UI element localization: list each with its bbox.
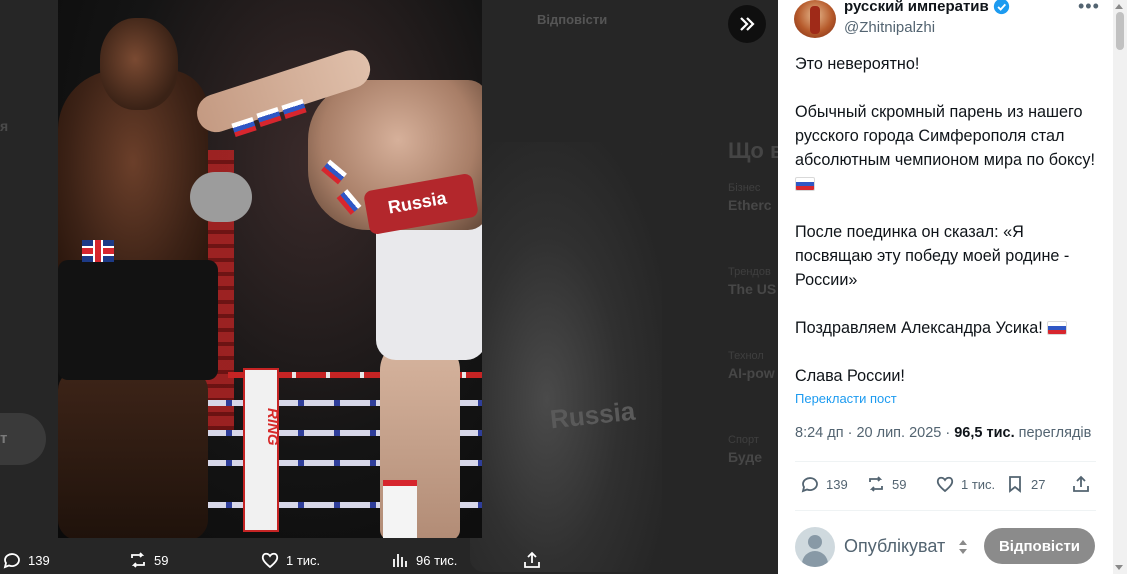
media-like-button[interactable]: 1 тис. [260,550,320,570]
scroll-up-arrow-icon[interactable] [1115,4,1123,9]
divider [795,510,1096,511]
tweet-date[interactable]: 20 лип. 2025 [856,425,941,441]
tweet-paragraph: Обычный скромный парень из нашего русско… [795,100,1095,196]
boxing-glove [190,172,252,222]
more-dots-icon: ••• [1078,0,1100,16]
share-button[interactable] [1071,474,1091,494]
divider [795,461,1096,462]
reply-button[interactable]: 139 [800,474,848,494]
media-share-button[interactable] [522,550,542,570]
share-icon [524,551,540,568]
scroll-down-arrow-icon[interactable] [1115,565,1123,570]
bookmark-icon [1009,476,1021,493]
reply-submit-button[interactable]: Відповісти [984,528,1095,564]
like-button[interactable]: 1 тис. [935,474,995,494]
tweet-paragraph: Поздравляем Александра Усика! [795,316,1095,340]
media-action-bar: 139 59 1 тис. 96 тис. [0,546,560,574]
expand-panel-button[interactable] [728,5,766,43]
background-button: т [0,413,46,465]
tweet-meta: 8:24 дп · 20 лип. 2025 · 96,5 тис. перег… [795,425,1092,441]
heart-icon [261,552,279,569]
avatar[interactable] [794,0,836,38]
scrollbar-thumb[interactable] [1116,12,1124,50]
russia-flag-icon [1047,321,1068,335]
translate-post-link[interactable]: Перекласти пост [795,391,897,406]
view-count-label: переглядів [1018,425,1092,441]
media-views-button[interactable]: 96 тис. [390,550,457,570]
scrollbar[interactable] [1113,0,1127,574]
tweet-paragraph: Слава России! [795,367,905,385]
tweet-paragraph: После поединка он сказал: «Я посвящаю эт… [795,223,1070,289]
media-repost-button[interactable]: 59 [128,550,168,570]
share-icon [1073,475,1089,492]
author-display-name[interactable]: русский императив [844,0,989,15]
tweet-text: Это невероятно! Обычный скромный парень … [795,52,1095,412]
verified-badge-icon [993,0,1009,15]
tweet-photo[interactable]: RING Russia [58,0,482,538]
current-user-avatar[interactable] [795,527,835,567]
background-reply-header: Відповісти [537,12,608,27]
russia-flag-icon [795,177,815,191]
bookmark-button[interactable]: 27 [1005,474,1045,494]
heart-icon [936,476,954,493]
background-blurred-image: Russia [470,142,662,572]
tweet-time[interactable]: 8:24 дп [795,425,844,441]
repost-icon [869,476,883,492]
more-options-button[interactable]: ••• [1078,0,1100,17]
reply-input[interactable] [844,536,954,557]
ring-corner-pad [243,368,279,532]
background-partial-text: я [0,118,9,134]
media-reply-button[interactable]: 139 [2,550,50,570]
views-chart-icon [393,554,407,567]
author-name-row: русский императив [844,0,1010,15]
reply-icon [801,477,818,493]
repost-icon [131,552,145,568]
double-chevron-right-icon [740,17,755,31]
view-count: 96,5 тис. [954,425,1015,441]
tweet-detail-panel: русский императив @Zhitnipalzhi ••• Это … [778,0,1127,574]
author-handle[interactable]: @Zhitnipalzhi [844,19,935,36]
input-spinner-arrows[interactable] [958,537,968,557]
media-viewer: я Відповісти Russia Що в Бізнес Etherc Тр… [0,0,778,574]
reply-icon [3,553,20,569]
ring-logo: RING [264,408,281,446]
uk-flag-icon [82,240,114,262]
tweet-action-bar: 139 59 1 тис. 27 [795,474,1096,498]
tweet-paragraph: Это невероятно! [795,55,920,73]
repost-button[interactable]: 59 [866,474,906,494]
